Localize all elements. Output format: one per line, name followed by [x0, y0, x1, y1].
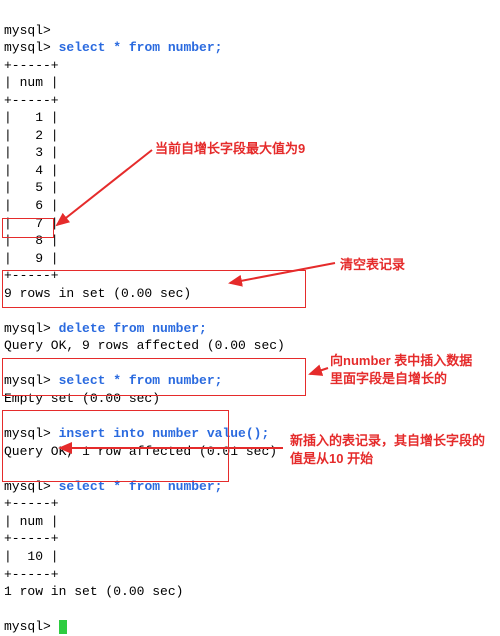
table-border: +-----+ [4, 496, 59, 511]
result-summary: 9 rows in set (0.00 sec) [4, 286, 191, 301]
table-row: | 8 | [4, 233, 59, 248]
result-summary: Empty set (0.00 sec) [4, 391, 160, 406]
table-border: +-----+ [4, 531, 59, 546]
prompt: mysql> [4, 321, 51, 336]
table-row: | 3 | [4, 145, 59, 160]
table-row: | 2 | [4, 128, 59, 143]
table-row: | 6 | [4, 198, 59, 213]
sql-select: select * from number; [59, 373, 223, 388]
terminal-output: mysql> mysql> select * from number; +---… [4, 4, 496, 636]
table-row: | 4 | [4, 163, 59, 178]
table-row: | 7 | [4, 216, 59, 231]
result-summary: Query OK, 1 row affected (0.01 sec) [4, 444, 277, 459]
annotation-insert: 向number 表中插入数据 里面字段是自增长的 [330, 352, 472, 387]
prompt: mysql> [4, 479, 51, 494]
sql-select: select * from number; [59, 40, 223, 55]
table-header: | num | [4, 514, 59, 529]
prompt: mysql> [4, 23, 51, 38]
annotation-clear-table: 清空表记录 [340, 256, 405, 274]
prompt: mysql> [4, 426, 51, 441]
table-row: | 5 | [4, 180, 59, 195]
annotation-new-row: 新插入的表记录，其自增长字段的 值是从10 开始 [290, 432, 485, 467]
table-row: | 1 | [4, 110, 59, 125]
sql-insert: insert into number value(); [59, 426, 270, 441]
table-border: +-----+ [4, 268, 59, 283]
prompt: mysql> [4, 373, 51, 388]
table-border: +-----+ [4, 567, 59, 582]
result-summary: Query OK, 9 rows affected (0.00 sec) [4, 338, 285, 353]
table-row-highlight: | 9 | [4, 251, 59, 266]
annotation-max-value: 当前自增长字段最大值为9 [155, 140, 305, 158]
table-header: | num | [4, 75, 59, 90]
table-border: +-----+ [4, 93, 59, 108]
cursor-block[interactable] [59, 620, 67, 634]
result-summary: 1 row in set (0.00 sec) [4, 584, 183, 599]
sql-select: select * from number; [59, 479, 223, 494]
sql-delete: delete from number; [59, 321, 207, 336]
table-border: +-----+ [4, 58, 59, 73]
table-row-highlight: | 10 | [4, 549, 59, 564]
prompt: mysql> [4, 40, 51, 55]
prompt: mysql> [4, 619, 51, 634]
